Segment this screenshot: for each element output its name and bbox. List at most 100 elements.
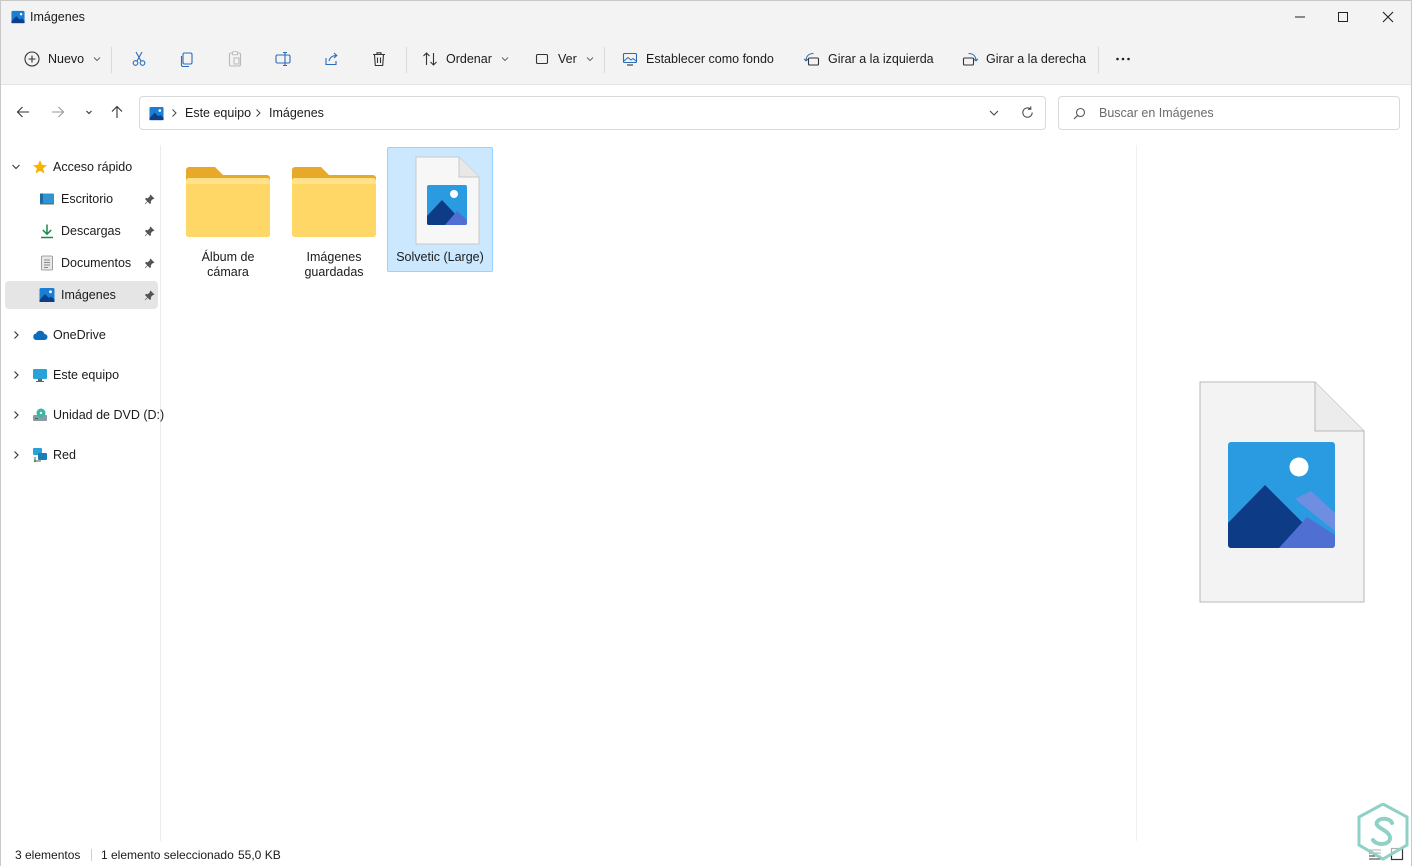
more-icon (1116, 57, 1130, 61)
delete-button[interactable] (366, 45, 392, 73)
image-file-icon (415, 156, 480, 245)
up-button[interactable] (106, 101, 128, 123)
search-box[interactable] (1058, 96, 1400, 130)
rotate-right-label: Girar a la derecha (986, 52, 1087, 66)
nav-item-quick-access[interactable]: Acceso rápido (5, 153, 158, 181)
status-bar: 3 elementos 1 elemento seleccionado 55,0… (1, 841, 1411, 866)
address-bar[interactable]: Este equipo Imágenes (139, 96, 1046, 130)
window-title: Imágenes (30, 10, 85, 24)
view-button-label: Ver (558, 52, 577, 66)
share-button[interactable] (318, 45, 344, 73)
nav-item-label: Escritorio (61, 192, 114, 206)
share-icon (325, 52, 338, 66)
breadcrumb-este-equipo[interactable]: Este equipo (185, 106, 251, 120)
maximize-icon (1338, 12, 1348, 22)
address-dropdown-icon[interactable] (988, 107, 1000, 119)
toolbar-divider (1098, 47, 1099, 73)
sort-button-label: Ordenar (446, 52, 492, 66)
pictures-icon (149, 106, 164, 121)
nav-item-dvd[interactable]: Unidad de DVD (D:) (5, 401, 164, 429)
maximize-button[interactable] (1320, 1, 1366, 33)
new-button[interactable]: Nuevo (19, 45, 105, 73)
chevron-down-icon (586, 57, 594, 62)
recent-locations-button[interactable] (78, 101, 100, 123)
scissors-icon (132, 51, 146, 66)
chevron-right-icon[interactable] (11, 450, 21, 460)
preview-divider (1136, 145, 1137, 841)
cut-button[interactable] (126, 45, 152, 73)
pin-icon[interactable] (144, 257, 155, 269)
nav-item-label: Documentos (61, 256, 132, 270)
paste-button[interactable] (222, 45, 248, 73)
nav-item-documentos[interactable]: Documentos (5, 249, 158, 277)
minimize-icon (1295, 16, 1305, 18)
folder-icon (186, 167, 270, 237)
folder-icon (292, 167, 376, 237)
minimize-button[interactable] (1277, 1, 1323, 33)
toolbar-divider (604, 47, 605, 73)
toolbar-divider (111, 47, 112, 73)
nav-item-este-equipo[interactable]: Este equipo (5, 361, 158, 389)
view-button[interactable]: Ver (529, 45, 598, 73)
sort-button[interactable]: Ordenar (417, 45, 513, 73)
back-button[interactable] (12, 101, 34, 123)
more-options-button[interactable] (1110, 45, 1136, 73)
title-bar: Imágenes (1, 1, 1411, 33)
rotate-right-icon (962, 52, 979, 66)
search-icon (1073, 107, 1086, 120)
copy-button[interactable] (174, 45, 200, 73)
chevron-right-icon[interactable] (11, 370, 21, 380)
breadcrumb-imagenes[interactable]: Imágenes (269, 106, 324, 120)
rotate-right-button[interactable]: Girar a la derecha (957, 45, 1090, 73)
new-button-label: Nuevo (48, 52, 85, 66)
selection-size: 55,0 KB (238, 848, 281, 862)
chevron-down-icon (501, 57, 509, 62)
nav-item-imagenes[interactable]: Imágenes (5, 281, 158, 309)
nav-item-onedrive[interactable]: OneDrive (5, 321, 158, 349)
pin-icon[interactable] (144, 193, 155, 205)
image-preview-icon (1199, 381, 1365, 603)
nav-item-label: Acceso rápido (53, 160, 133, 174)
nav-item-red[interactable]: Red (5, 441, 158, 469)
pin-icon[interactable] (144, 289, 155, 301)
file-name: Álbum de cámara (201, 250, 255, 279)
rotate-left-label: Girar a la izquierda (828, 52, 934, 66)
arrow-up-icon (111, 105, 123, 118)
chevron-down-icon[interactable] (11, 162, 21, 172)
computer-icon (33, 369, 47, 382)
set-background-button[interactable]: Establecer como fondo (617, 45, 778, 73)
nav-item-descargas[interactable]: Descargas (5, 217, 158, 245)
item-count: 3 elementos (15, 848, 81, 862)
pin-icon[interactable] (144, 225, 155, 237)
file-tile-solvetic-large[interactable]: Solvetic (Large) (387, 147, 493, 272)
file-tile-album-camara[interactable]: Álbum de cámara (175, 147, 281, 287)
download-icon (41, 224, 53, 239)
view-icon (535, 53, 549, 65)
nav-item-label: Imágenes (61, 288, 116, 302)
wallpaper-icon (622, 52, 638, 66)
cloud-icon (33, 330, 48, 340)
desktop-icon (40, 193, 54, 205)
command-bar: Nuevo Ordenar Ver Establecer como fondo … (1, 33, 1411, 85)
file-tile-imagenes-guardadas[interactable]: Imágenes guardadas (281, 147, 387, 287)
file-name: Imágenes guardadas (304, 250, 364, 279)
refresh-icon[interactable] (1020, 105, 1035, 120)
trash-icon (373, 52, 385, 67)
forward-button[interactable] (47, 101, 69, 123)
rename-icon (275, 51, 291, 67)
search-input[interactable] (1099, 104, 1389, 122)
set-background-label: Establecer como fondo (646, 52, 774, 66)
file-name: Solvetic (Large) (396, 250, 484, 264)
rotate-left-icon (803, 52, 820, 66)
nav-item-escritorio[interactable]: Escritorio (5, 185, 158, 213)
rotate-left-button[interactable]: Girar a la izquierda (799, 45, 938, 73)
paste-icon (228, 51, 242, 67)
sort-icon (423, 52, 437, 66)
nav-item-label: Este equipo (53, 368, 120, 382)
rename-button[interactable] (270, 45, 296, 73)
toolbar-divider (406, 47, 407, 73)
documents-icon (41, 255, 53, 271)
close-button[interactable] (1365, 1, 1411, 33)
chevron-right-icon[interactable] (11, 330, 21, 340)
chevron-right-icon[interactable] (11, 410, 21, 420)
